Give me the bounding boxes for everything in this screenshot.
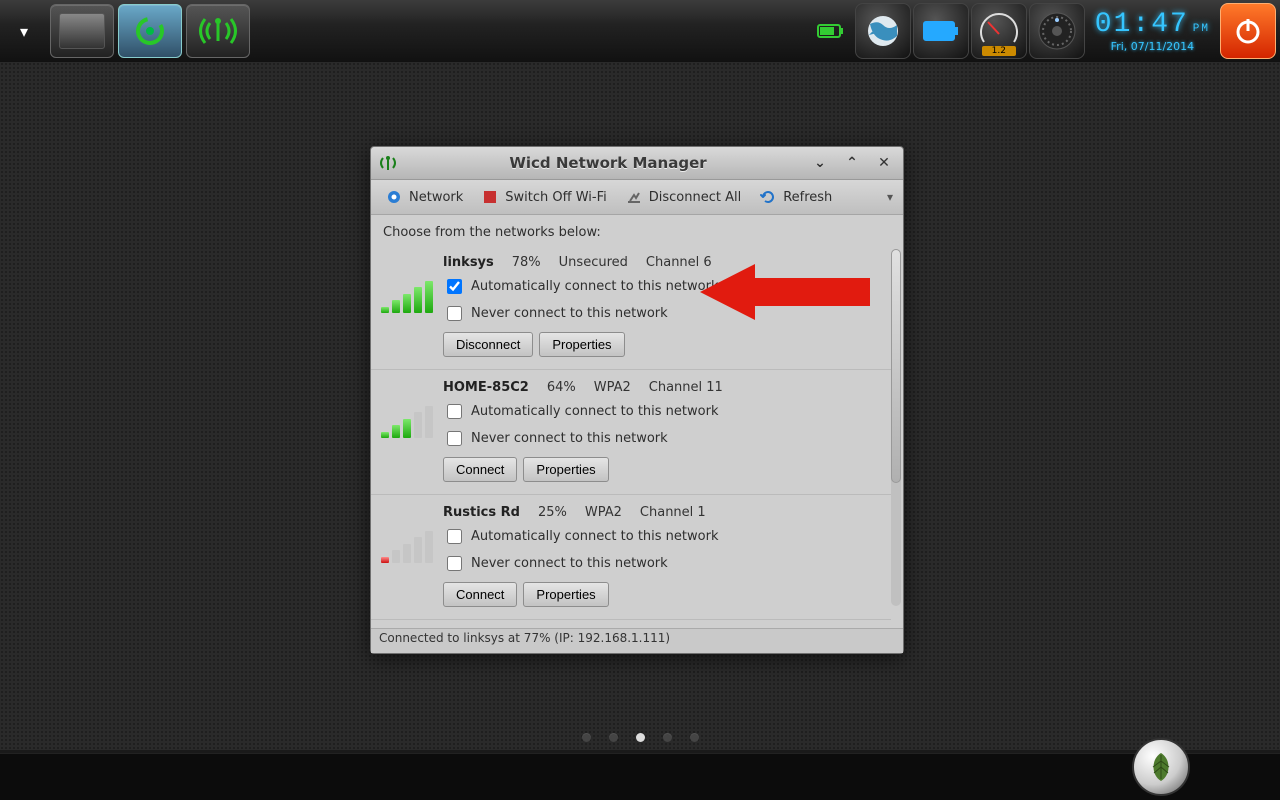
network-signal: 25%: [538, 505, 567, 520]
window-minimize-button[interactable]: ⌄: [811, 154, 829, 172]
properties-button[interactable]: Properties: [523, 582, 608, 607]
properties-button[interactable]: Properties: [523, 457, 608, 482]
network-channel: Channel 1: [640, 505, 706, 520]
auto-connect-row[interactable]: Automatically connect to this network: [443, 526, 875, 547]
network-header: HOME-85C2 64% WPA2 Channel 11: [443, 380, 875, 395]
network-ssid: linksys: [443, 255, 494, 270]
network-button-row: ConnectProperties: [443, 457, 875, 482]
never-connect-row[interactable]: Never connect to this network: [443, 553, 875, 574]
tray-volume-icon[interactable]: [1029, 3, 1085, 59]
auto-connect-checkbox[interactable]: [447, 279, 462, 294]
network-channel: Channel 11: [649, 380, 723, 395]
network-header: Rustics Rd 25% WPA2 Channel 1: [443, 505, 875, 520]
connect-button[interactable]: Connect: [443, 457, 517, 482]
wicd-window: Wicd Network Manager ⌄ ⌃ ✕ Network Switc…: [370, 146, 904, 654]
networks-prompt: Choose from the networks below:: [371, 215, 903, 246]
network-button-row: ConnectProperties: [443, 582, 875, 607]
toolbar-refresh-button[interactable]: Refresh: [751, 184, 840, 210]
disconnect-button[interactable]: Disconnect: [443, 332, 533, 357]
clock-time: 01:47: [1095, 9, 1189, 40]
toolbar-switch-off-wifi-button[interactable]: Switch Off Wi-Fi: [473, 184, 614, 210]
signal-strength-icon: [381, 406, 433, 438]
titlebar-wifi-icon: [377, 152, 399, 174]
never-connect-label: Never connect to this network: [471, 431, 668, 446]
tray-battery-small-icon[interactable]: [809, 9, 853, 53]
network-ssid: HOME-85C2: [443, 380, 529, 395]
cpu-gauge-value: 1.2: [982, 46, 1016, 56]
window-close-button[interactable]: ✕: [875, 154, 893, 172]
scroll-thumb[interactable]: [891, 249, 901, 483]
clock[interactable]: 01:47 PM Fri, 07/11/2014: [1087, 9, 1218, 53]
power-button[interactable]: [1220, 3, 1276, 59]
network-signal: 78%: [512, 255, 541, 270]
toolbar: Network Switch Off Wi-Fi Disconnect All …: [371, 180, 903, 215]
auto-connect-label: Automatically connect to this network: [471, 279, 718, 294]
network-security: Unsecured: [559, 255, 628, 270]
dock-app-blank[interactable]: [50, 4, 114, 58]
signal-strength-icon: [381, 281, 433, 313]
bottom-panel: [0, 753, 1280, 800]
dock-app-wicd[interactable]: [186, 4, 250, 58]
workspace-pager[interactable]: [0, 733, 1280, 742]
scrollbar[interactable]: [891, 249, 901, 606]
network-item: Rustics Rd 25% WPA2 Channel 1 Automatically …: [371, 494, 891, 619]
network-item: linksys 78% Unsecured Channel 6 Automaticall…: [371, 245, 891, 369]
tray-cpu-gauge-icon[interactable]: 1.2: [971, 3, 1027, 59]
network-icon: [385, 188, 403, 206]
toolbar-disconnect-all-button[interactable]: Disconnect All: [617, 184, 749, 210]
never-connect-label: Never connect to this network: [471, 306, 668, 321]
tray-battery-icon[interactable]: [913, 3, 969, 59]
panel-right: 1.2 01:47 PM Fri, 07/11/2014: [809, 0, 1280, 62]
status-bar: Connected to linksys at 77% (IP: 192.168…: [371, 628, 903, 653]
switch-off-icon: [481, 188, 499, 206]
properties-button[interactable]: Properties: [539, 332, 624, 357]
signal-strength-icon: [381, 531, 433, 563]
connect-button[interactable]: Connect: [443, 582, 517, 607]
never-connect-checkbox[interactable]: [447, 306, 462, 321]
clock-ampm: PM: [1193, 23, 1210, 35]
network-list: linksys 78% Unsecured Channel 6 Automaticall…: [371, 245, 891, 628]
never-connect-checkbox[interactable]: [447, 431, 462, 446]
network-channel: Channel 6: [646, 255, 712, 270]
panel-left: ▾: [0, 0, 252, 62]
window-content: Choose from the networks below: linksys 7…: [371, 215, 903, 628]
never-connect-checkbox[interactable]: [447, 556, 462, 571]
network-signal: 64%: [547, 380, 576, 395]
top-panel: ▾ 1.2 01:47 PM: [0, 0, 1280, 63]
toolbar-overflow-button[interactable]: ▾: [883, 186, 897, 208]
never-connect-row[interactable]: Never connect to this network: [443, 303, 875, 324]
network-ssid: Rustics Rd: [443, 505, 520, 520]
auto-connect-checkbox[interactable]: [447, 404, 462, 419]
network-header: linksys 78% Unsecured Channel 6: [443, 255, 875, 270]
auto-connect-label: Automatically connect to this network: [471, 529, 718, 544]
auto-connect-label: Automatically connect to this network: [471, 404, 718, 419]
refresh-icon: [759, 188, 777, 206]
network-item: Rustics Rd-guest24%UnsecuredChannel 1Aut…: [371, 619, 891, 628]
window-title: Wicd Network Manager: [405, 154, 811, 172]
tray-globe-icon[interactable]: [855, 3, 911, 59]
auto-connect-checkbox[interactable]: [447, 529, 462, 544]
network-security: WPA2: [594, 380, 631, 395]
network-item: HOME-85C2 64% WPA2 Channel 11 Automatically …: [371, 369, 891, 494]
auto-connect-row[interactable]: Automatically connect to this network: [443, 276, 875, 297]
network-button-row: DisconnectProperties: [443, 332, 875, 357]
network-security: WPA2: [585, 505, 622, 520]
window-maximize-button[interactable]: ⌃: [843, 154, 861, 172]
titlebar[interactable]: Wicd Network Manager ⌄ ⌃ ✕: [371, 147, 903, 180]
dock-app-network-settings[interactable]: [118, 4, 182, 58]
never-connect-row[interactable]: Never connect to this network: [443, 428, 875, 449]
auto-connect-row[interactable]: Automatically connect to this network: [443, 401, 875, 422]
toolbar-network-button[interactable]: Network: [377, 184, 471, 210]
clock-date: Fri, 07/11/2014: [1111, 40, 1195, 53]
never-connect-label: Never connect to this network: [471, 556, 668, 571]
main-menu-button[interactable]: ▾: [0, 7, 48, 55]
launcher-leaf-button[interactable]: [1132, 738, 1190, 796]
disconnect-icon: [625, 188, 643, 206]
